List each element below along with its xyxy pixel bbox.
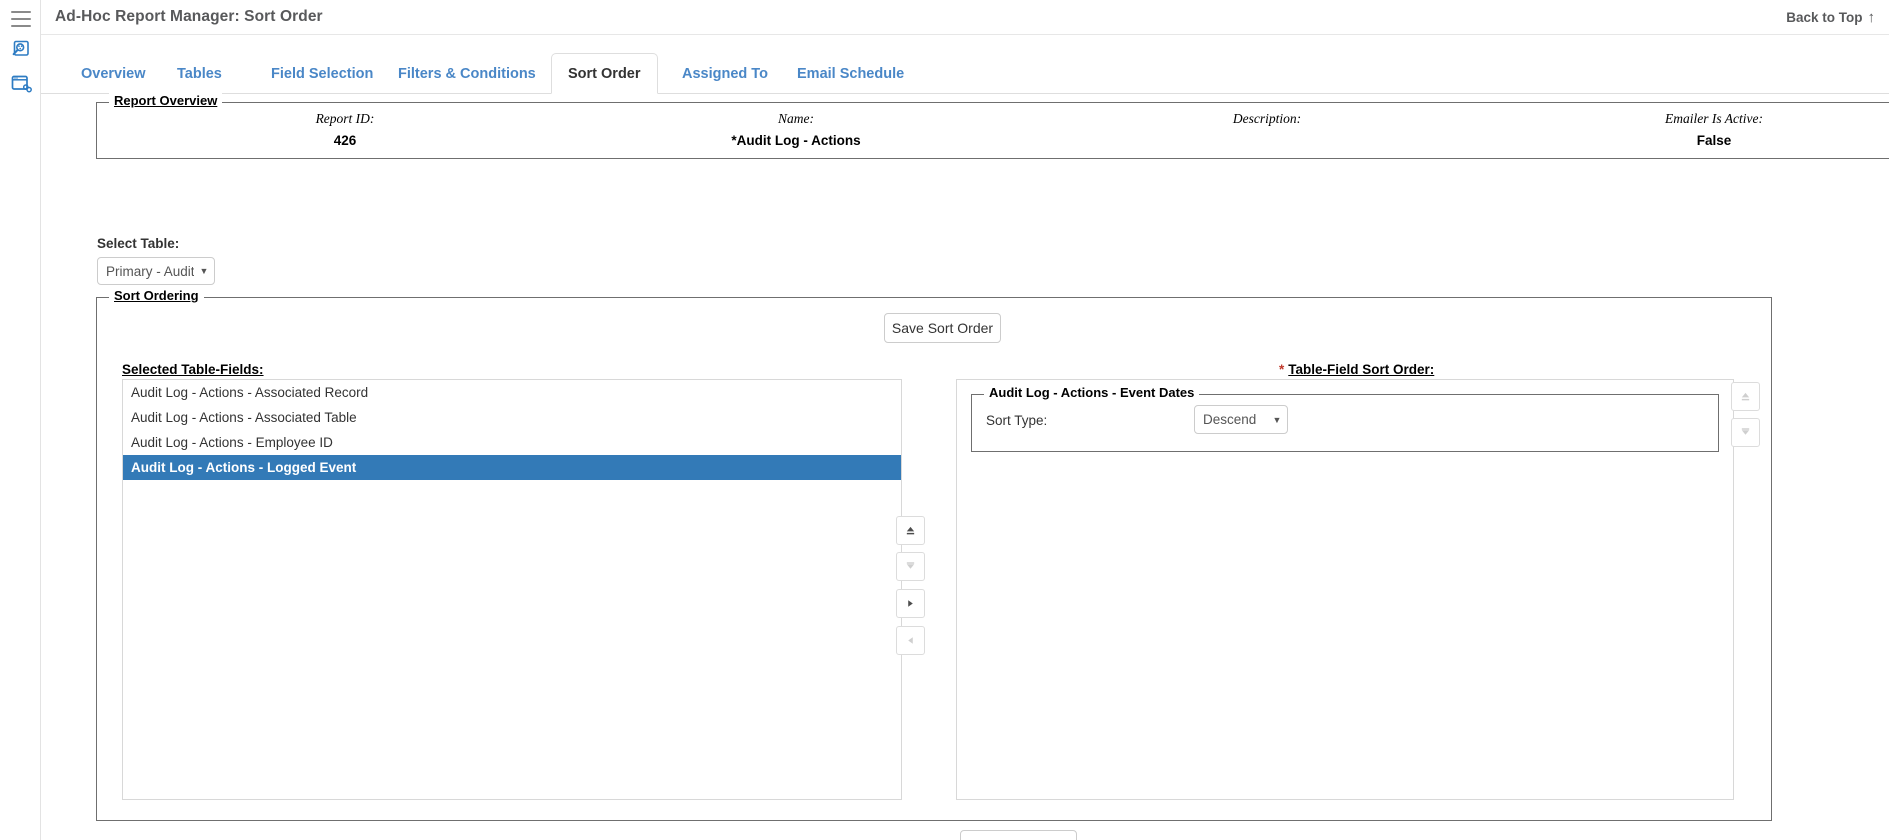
content-area: Overview Tables Field Selection Filters & C… xyxy=(41,35,1889,840)
report-overview-field-value: 426 xyxy=(333,133,357,148)
back-to-top-label: Back to Top xyxy=(1786,10,1863,25)
tab-tables[interactable]: Tables xyxy=(161,54,238,94)
move-left-button[interactable] xyxy=(896,626,925,655)
hamburger-menu-icon[interactable] xyxy=(11,11,31,27)
selected-table-fields-listbox[interactable]: Audit Log - Actions - Associated Record A… xyxy=(122,379,902,800)
report-overview-field: Name: *Audit Log - Actions xyxy=(636,111,956,149)
sort-order-entry-legend: Audit Log - Actions - Event Dates xyxy=(984,385,1200,400)
save-sort-order-button-bottom[interactable]: Save Sort Order xyxy=(960,830,1077,840)
report-overview-field: Report ID: 426 xyxy=(185,111,505,149)
select-table-dropdown[interactable]: Primary - Audit Log ▼ xyxy=(97,257,215,285)
app-header: Ad-Hoc Report Manager: Sort Order Back t… xyxy=(41,0,1889,35)
report-overview-legend: Report Overview xyxy=(109,93,223,108)
report-overview-field-value xyxy=(1107,133,1427,149)
list-item[interactable]: Audit Log - Actions - Logged Event xyxy=(123,455,901,480)
table-field-sort-order-listbox[interactable]: Audit Log - Actions - Event Dates Sort Ty… xyxy=(956,379,1734,800)
select-table-label: Select Table: xyxy=(97,236,180,251)
required-asterisk: * xyxy=(1279,362,1285,377)
sort-order-entry: Audit Log - Actions - Event Dates Sort Ty… xyxy=(971,385,1719,452)
select-table-value: Primary - Audit Log xyxy=(106,263,194,279)
page-title: Ad-Hoc Report Manager: Sort Order xyxy=(55,8,323,25)
move-down-button[interactable] xyxy=(896,552,925,581)
sort-ordering-legend: Sort Ordering xyxy=(109,288,204,303)
tab-assigned-to[interactable]: Assigned To xyxy=(666,54,784,94)
report-overview-field: Description: xyxy=(1107,111,1427,149)
report-overview-panel: Report Overview Report ID: 426 Name: *Audit… xyxy=(96,93,1889,159)
tab-sort-order[interactable]: Sort Order xyxy=(551,53,658,94)
chevron-down-icon: ▼ xyxy=(199,266,209,276)
report-overview-field-value: False xyxy=(1696,133,1732,148)
list-item[interactable]: Audit Log - Actions - Employee ID xyxy=(123,430,901,455)
sort-type-label: Sort Type: xyxy=(986,413,1048,428)
selected-table-fields-heading: Selected Table-Fields: xyxy=(122,362,264,377)
list-item[interactable]: Audit Log - Actions - Associated Table xyxy=(123,405,901,430)
report-overview-field-value: *Audit Log - Actions xyxy=(731,133,861,148)
tab-field-selection[interactable]: Field Selection xyxy=(255,54,389,94)
tab-filters-conditions[interactable]: Filters & Conditions xyxy=(382,54,552,94)
save-sort-order-button-top[interactable]: Save Sort Order xyxy=(884,313,1001,343)
chevron-down-icon: ▼ xyxy=(1272,414,1282,425)
arrow-up-icon: ↑ xyxy=(1867,9,1876,26)
back-to-top-link[interactable]: Back to Top ↑ xyxy=(1786,9,1875,26)
report-overview-field: Emailer Is Active: False xyxy=(1554,111,1874,149)
report-overview-field-label: Report ID: xyxy=(315,111,375,126)
report-overview-field-label: Description: xyxy=(1232,111,1302,126)
sort-type-dropdown[interactable]: Descend ▼ xyxy=(1194,405,1288,434)
move-right-button[interactable] xyxy=(896,589,925,618)
report-search-icon[interactable] xyxy=(9,38,33,62)
tab-strip: Overview Tables Field Selection Filters & C… xyxy=(41,53,1889,94)
sort-type-value: Descend xyxy=(1203,412,1257,427)
table-field-sort-order-heading: * Table-Field Sort Order: xyxy=(1279,362,1434,377)
tab-overview[interactable]: Overview xyxy=(65,54,162,94)
table-field-sort-order-label: Table-Field Sort Order: xyxy=(1288,362,1435,377)
tab-email-schedule[interactable]: Email Schedule xyxy=(781,54,920,94)
move-up-button[interactable] xyxy=(896,516,925,545)
sort-move-up-button[interactable] xyxy=(1731,382,1760,411)
list-item[interactable]: Audit Log - Actions - Associated Record xyxy=(123,380,901,405)
report-overview-field-label: Emailer Is Active: xyxy=(1665,111,1763,126)
report-overview-field-label: Name: xyxy=(778,111,814,126)
left-rail xyxy=(0,0,41,840)
window-link-icon[interactable] xyxy=(9,72,33,96)
sort-move-down-button[interactable] xyxy=(1731,418,1760,447)
